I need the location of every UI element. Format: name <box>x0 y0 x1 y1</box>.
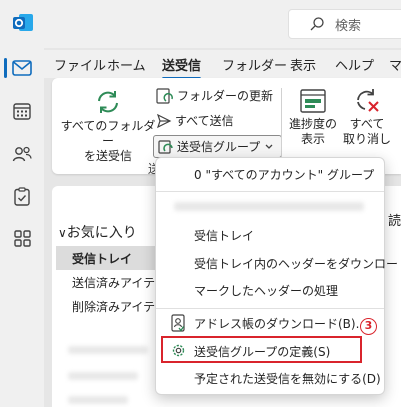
menu-item-download-inbox-headers[interactable]: 受信トレイ内のヘッダーをダウンロード <box>156 250 401 276</box>
tab-help[interactable]: ヘルプ <box>335 55 374 74</box>
apps-nav-button[interactable] <box>0 218 44 258</box>
mail-nav-button[interactable] <box>0 48 44 88</box>
menu-separator <box>156 191 384 192</box>
menu-item-download-address-book[interactable]: アドレス帳のダウンロード(B)... <box>156 310 384 336</box>
tab-send-receive[interactable]: 送受信 <box>162 55 202 80</box>
blurred-account-name <box>174 202 364 211</box>
menu-item-label: 0 "すべてのアカウント" グループ <box>194 167 375 182</box>
folder-sent-label: 送信済みアイテ <box>72 276 156 290</box>
tab-more[interactable]: マ <box>389 55 401 74</box>
favorites-header[interactable]: ∨お気に入り <box>58 222 137 242</box>
tab-view[interactable]: 表示 <box>290 55 316 74</box>
folder-sent[interactable]: 送信済みアイテ <box>56 270 166 294</box>
menu-item-label: 予定された送受信を無効にする(D) <box>194 371 381 386</box>
people-nav-button[interactable] <box>0 134 44 174</box>
outlook-logo-icon <box>12 12 34 34</box>
menu-item-label: マークしたヘッダーの処理 <box>194 283 339 298</box>
cancel-all-label: すべて 取り消し <box>342 117 391 146</box>
clipboard-check-icon <box>14 186 30 206</box>
folder-refresh-icon <box>156 87 173 104</box>
title-bar: 検索 <box>0 0 401 48</box>
search-box[interactable]: 検索 <box>288 9 401 39</box>
menu-item-label: アドレス帳のダウンロード(B)... <box>194 316 368 331</box>
step-number-badge: 3 <box>360 318 377 335</box>
search-placeholder: 検索 <box>335 18 362 34</box>
folder-inbox-label: 受信トレイ <box>72 252 133 266</box>
menu-item-label: 受信トレイ <box>194 228 255 243</box>
update-folder-button[interactable]: フォルダーの更新 <box>156 87 273 104</box>
menu-item-process-marked-headers[interactable]: マークしたヘッダーの処理 <box>156 277 384 303</box>
people-icon <box>12 146 32 162</box>
show-progress-button[interactable]: 進捗度の 表示 <box>286 88 340 147</box>
tab-file[interactable]: ファイル <box>54 55 106 74</box>
show-progress-label: 進捗度の 表示 <box>288 117 337 146</box>
send-icon <box>156 113 172 128</box>
menu-item-inbox[interactable]: 受信トレイ <box>156 222 384 248</box>
send-receive-all-button[interactable]: すべてのフォルダー を送受信 <box>58 88 158 164</box>
ribbon-separator <box>281 88 282 158</box>
address-book-icon <box>171 314 185 332</box>
menu-item-label: 受信トレイ内のヘッダーをダウンロード <box>194 256 401 271</box>
favorites-label: お気に入り <box>66 225 137 241</box>
calendar-icon <box>13 103 31 120</box>
send-receive-all-label: すべてのフォルダー を送受信 <box>60 119 156 163</box>
blurred-folder <box>68 372 138 380</box>
send-receive-groups-icon <box>158 139 173 154</box>
progress-icon <box>300 89 326 113</box>
calendar-nav-button[interactable] <box>0 91 44 131</box>
highlight-box <box>161 336 362 363</box>
folder-inbox[interactable]: 受信トレイ <box>56 246 166 270</box>
sync-icon <box>98 91 118 113</box>
read-label: 読 <box>388 214 401 229</box>
send-receive-groups-label: 送受信グループ <box>177 140 261 154</box>
ribbon-tabs: ファイル ホーム 送受信 フォルダー 表示 ヘルプ マ <box>44 50 401 80</box>
send-receive-groups-button[interactable]: 送受信グループ <box>153 135 283 158</box>
tab-folder[interactable]: フォルダー <box>222 55 287 74</box>
tasks-nav-button[interactable] <box>0 176 44 216</box>
app-rail <box>0 48 44 407</box>
menu-item-disable-scheduled-send-receive[interactable]: 予定された送受信を無効にする(D) <box>156 365 384 391</box>
send-all-button[interactable]: すべて送信 <box>156 112 234 129</box>
folder-deleted[interactable]: 削除済みアイテ <box>56 294 166 318</box>
menu-separator <box>156 308 384 309</box>
search-icon <box>310 17 324 31</box>
cancel-sync-icon <box>357 89 379 112</box>
send-all-label: すべて送信 <box>175 114 234 128</box>
folder-deleted-label: 削除済みアイテ <box>72 300 156 314</box>
tab-home[interactable]: ホーム <box>107 55 146 74</box>
cancel-all-button[interactable]: すべて 取り消し <box>342 88 392 147</box>
menu-item-all-accounts-group[interactable]: 0 "すべてのアカウント" グループ <box>156 161 384 187</box>
update-folder-label: フォルダーの更新 <box>177 89 274 103</box>
blurred-folder <box>68 396 128 404</box>
chevron-down-icon <box>265 144 273 149</box>
mail-icon <box>12 60 32 76</box>
apps-grid-icon <box>13 229 31 247</box>
chevron-down-icon: ∨ <box>58 226 67 240</box>
blurred-folder <box>68 346 148 354</box>
